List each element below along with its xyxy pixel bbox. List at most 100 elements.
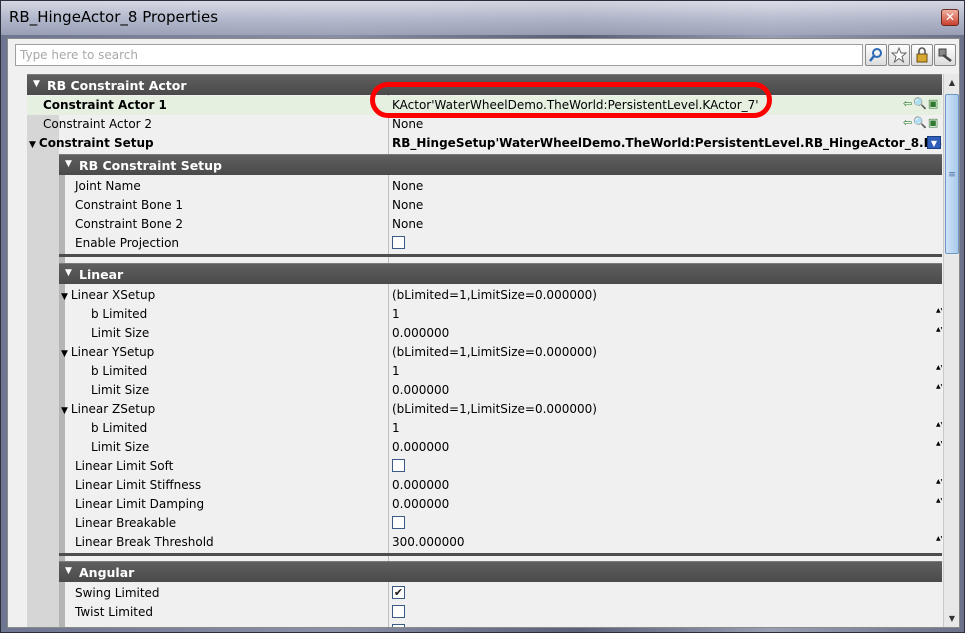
property-row-x-b-limited[interactable]: b Limited 1 ▲▼: [27, 305, 942, 324]
row-actions-icon[interactable]: ⇦🔍▣: [903, 116, 942, 130]
property-row-x-limit-size[interactable]: Limit Size 0.000000 ▲▼: [27, 324, 942, 343]
property-value[interactable]: (bLimited=1,LimitSize=0.000000): [392, 402, 597, 416]
property-value[interactable]: None: [392, 217, 423, 231]
property-value[interactable]: (bLimited=1,LimitSize=0.000000): [392, 345, 597, 359]
settings-wrench-icon[interactable]: [934, 44, 956, 66]
property-value[interactable]: 1: [392, 307, 400, 321]
property-row-linear-limit-damping[interactable]: Linear Limit Damping 0.000000 ▲▼: [27, 495, 942, 514]
property-value[interactable]: (bLimited=1,LimitSize=0.000000): [392, 288, 597, 302]
twist-limited-checkbox[interactable]: [392, 605, 405, 618]
spinner-icon[interactable]: ▲▼: [936, 497, 942, 511]
property-name: b Limited: [91, 307, 148, 321]
property-row-linear-zsetup[interactable]: ▼ Linear ZSetup (bLimited=1,LimitSize=0.0…: [27, 400, 942, 419]
property-name: b Limited: [91, 364, 148, 378]
property-value[interactable]: None: [392, 117, 423, 131]
property-row-linear-ysetup[interactable]: ▼ Linear YSetup (bLimited=1,LimitSize=0.0…: [27, 343, 942, 362]
property-row-linear-breakable[interactable]: Linear Breakable: [27, 514, 942, 533]
property-value[interactable]: 1: [392, 421, 400, 435]
title-bar[interactable]: RB_HingeActor_8 Properties ✕: [1, 1, 964, 35]
property-value[interactable]: 0.000000: [392, 478, 449, 492]
expanded-triangle-icon: ▼: [65, 566, 72, 576]
expanded-triangle-icon: ▼: [65, 159, 72, 169]
property-name: Twist Limited: [75, 605, 154, 619]
expanded-triangle-icon: ▼: [33, 79, 40, 89]
spinner-icon[interactable]: ▲▼: [936, 478, 942, 492]
property-label: Linear XSetup: [70, 288, 156, 302]
dropdown-arrow-icon[interactable]: ▼: [927, 136, 941, 149]
property-name: Constraint Actor 1: [43, 98, 167, 112]
property-row-constraint-actor-2[interactable]: Constraint Actor 2 None ⇦🔍▣: [27, 115, 942, 134]
category-rb-constraint-actor[interactable]: ▼ RB Constraint Actor: [27, 74, 942, 95]
property-name: Linear Limit Soft: [75, 459, 174, 473]
properties-window: RB_HingeActor_8 Properties ✕ ▼ RB Const: [0, 0, 965, 633]
property-value[interactable]: None: [392, 198, 423, 212]
close-button[interactable]: ✕: [941, 9, 959, 26]
property-row-constraint-bone-2[interactable]: Constraint Bone 2 None: [27, 215, 942, 234]
search-input[interactable]: [16, 45, 862, 65]
property-name: Constraint Bone 1: [75, 198, 184, 212]
row-actions-icon[interactable]: ⇦🔍▣: [903, 97, 942, 111]
property-row-constraint-actor-1[interactable]: Constraint Actor 1 KActor'WaterWheelDemo…: [27, 96, 942, 115]
spinner-icon[interactable]: ▲▼: [936, 326, 942, 340]
scroll-down-icon[interactable]: ▼: [945, 611, 959, 626]
spinner-icon[interactable]: ▲▼: [936, 383, 942, 397]
property-value[interactable]: 1: [392, 364, 400, 378]
category-angular[interactable]: ▼ Angular: [59, 561, 942, 582]
favorite-star-icon[interactable]: [888, 44, 910, 66]
property-row-linear-xsetup[interactable]: ▼ Linear XSetup (bLimited=1,LimitSize=0.0…: [27, 286, 942, 305]
window-title: RB_HingeActor_8 Properties: [9, 8, 219, 26]
property-name: Linear Limit Stiffness: [75, 478, 202, 492]
property-panel: ▼ RB Constraint Actor Constraint Actor 1…: [7, 38, 960, 628]
property-value[interactable]: None: [392, 179, 423, 193]
property-name: Limit Size: [91, 326, 150, 340]
spinner-icon[interactable]: ▲▼: [936, 307, 942, 321]
category-linear[interactable]: ▼ Linear: [59, 263, 942, 284]
spinner-icon[interactable]: ▲▼: [936, 535, 942, 549]
scroll-up-icon[interactable]: ▲: [945, 75, 959, 90]
property-row-linear-break-threshold[interactable]: Linear Break Threshold 300.000000 ▲▼: [27, 533, 942, 552]
property-value[interactable]: 0.000000: [392, 326, 449, 340]
property-row-twist-limited[interactable]: Twist Limited: [27, 603, 942, 622]
category-label: RB Constraint Setup: [79, 158, 222, 173]
property-value[interactable]: 300.000000: [392, 535, 465, 549]
property-row-swing-limited[interactable]: Swing Limited ✔: [27, 584, 942, 603]
property-row-z-b-limited[interactable]: b Limited 1 ▲▼: [27, 419, 942, 438]
partial-checkbox[interactable]: [392, 624, 405, 627]
expanded-triangle-icon[interactable]: ▼: [61, 349, 68, 359]
property-row-enable-projection[interactable]: Enable Projection: [27, 234, 942, 253]
property-name: Limit Size: [91, 440, 150, 454]
lock-icon[interactable]: [911, 44, 933, 66]
property-name: Linear Limit Damping: [75, 497, 205, 511]
spinner-icon[interactable]: ▲▼: [936, 440, 942, 454]
property-row-constraint-bone-1[interactable]: Constraint Bone 1 None: [27, 196, 942, 215]
property-value[interactable]: 0.000000: [392, 497, 449, 511]
scroll-thumb[interactable]: ≡: [945, 94, 959, 254]
linear-limit-soft-checkbox[interactable]: [392, 459, 405, 472]
swing-limited-checkbox[interactable]: ✔: [392, 586, 405, 599]
expanded-triangle-icon[interactable]: ▼: [61, 406, 68, 416]
property-row-y-b-limited[interactable]: b Limited 1 ▲▼: [27, 362, 942, 381]
spinner-icon[interactable]: ▲▼: [936, 421, 942, 435]
spinner-icon[interactable]: ▲▼: [936, 364, 942, 378]
property-value[interactable]: 0.000000: [392, 440, 449, 454]
property-row-linear-limit-stiffness[interactable]: Linear Limit Stiffness 0.000000 ▲▼: [27, 476, 942, 495]
category-rb-constraint-setup[interactable]: ▼ RB Constraint Setup: [59, 154, 942, 175]
search-box[interactable]: [15, 44, 863, 66]
category-divider: [59, 553, 942, 556]
property-name: b Limited: [91, 421, 148, 435]
property-value[interactable]: 0.000000: [392, 383, 449, 397]
category-label: Angular: [79, 565, 135, 580]
property-row-joint-name[interactable]: Joint Name None: [27, 177, 942, 196]
property-value[interactable]: RB_HingeSetup'WaterWheelDemo.TheWorld:Pe…: [392, 136, 942, 150]
property-row-linear-limit-soft[interactable]: Linear Limit Soft: [27, 457, 942, 476]
property-row-z-limit-size[interactable]: Limit Size 0.000000 ▲▼: [27, 438, 942, 457]
enable-projection-checkbox[interactable]: [392, 236, 405, 249]
expanded-triangle-icon[interactable]: ▼: [61, 292, 68, 302]
vertical-scrollbar[interactable]: ▲ ≡ ▼: [943, 74, 959, 627]
linear-breakable-checkbox[interactable]: [392, 516, 405, 529]
search-icon[interactable]: [865, 44, 887, 66]
expanded-triangle-icon[interactable]: ▼: [29, 140, 36, 150]
property-row-constraint-setup[interactable]: ▼ Constraint Setup RB_HingeSetup'WaterWhe…: [27, 134, 942, 153]
property-row-y-limit-size[interactable]: Limit Size 0.000000 ▲▼: [27, 381, 942, 400]
property-value[interactable]: KActor'WaterWheelDemo.TheWorld:Persisten…: [392, 98, 759, 112]
